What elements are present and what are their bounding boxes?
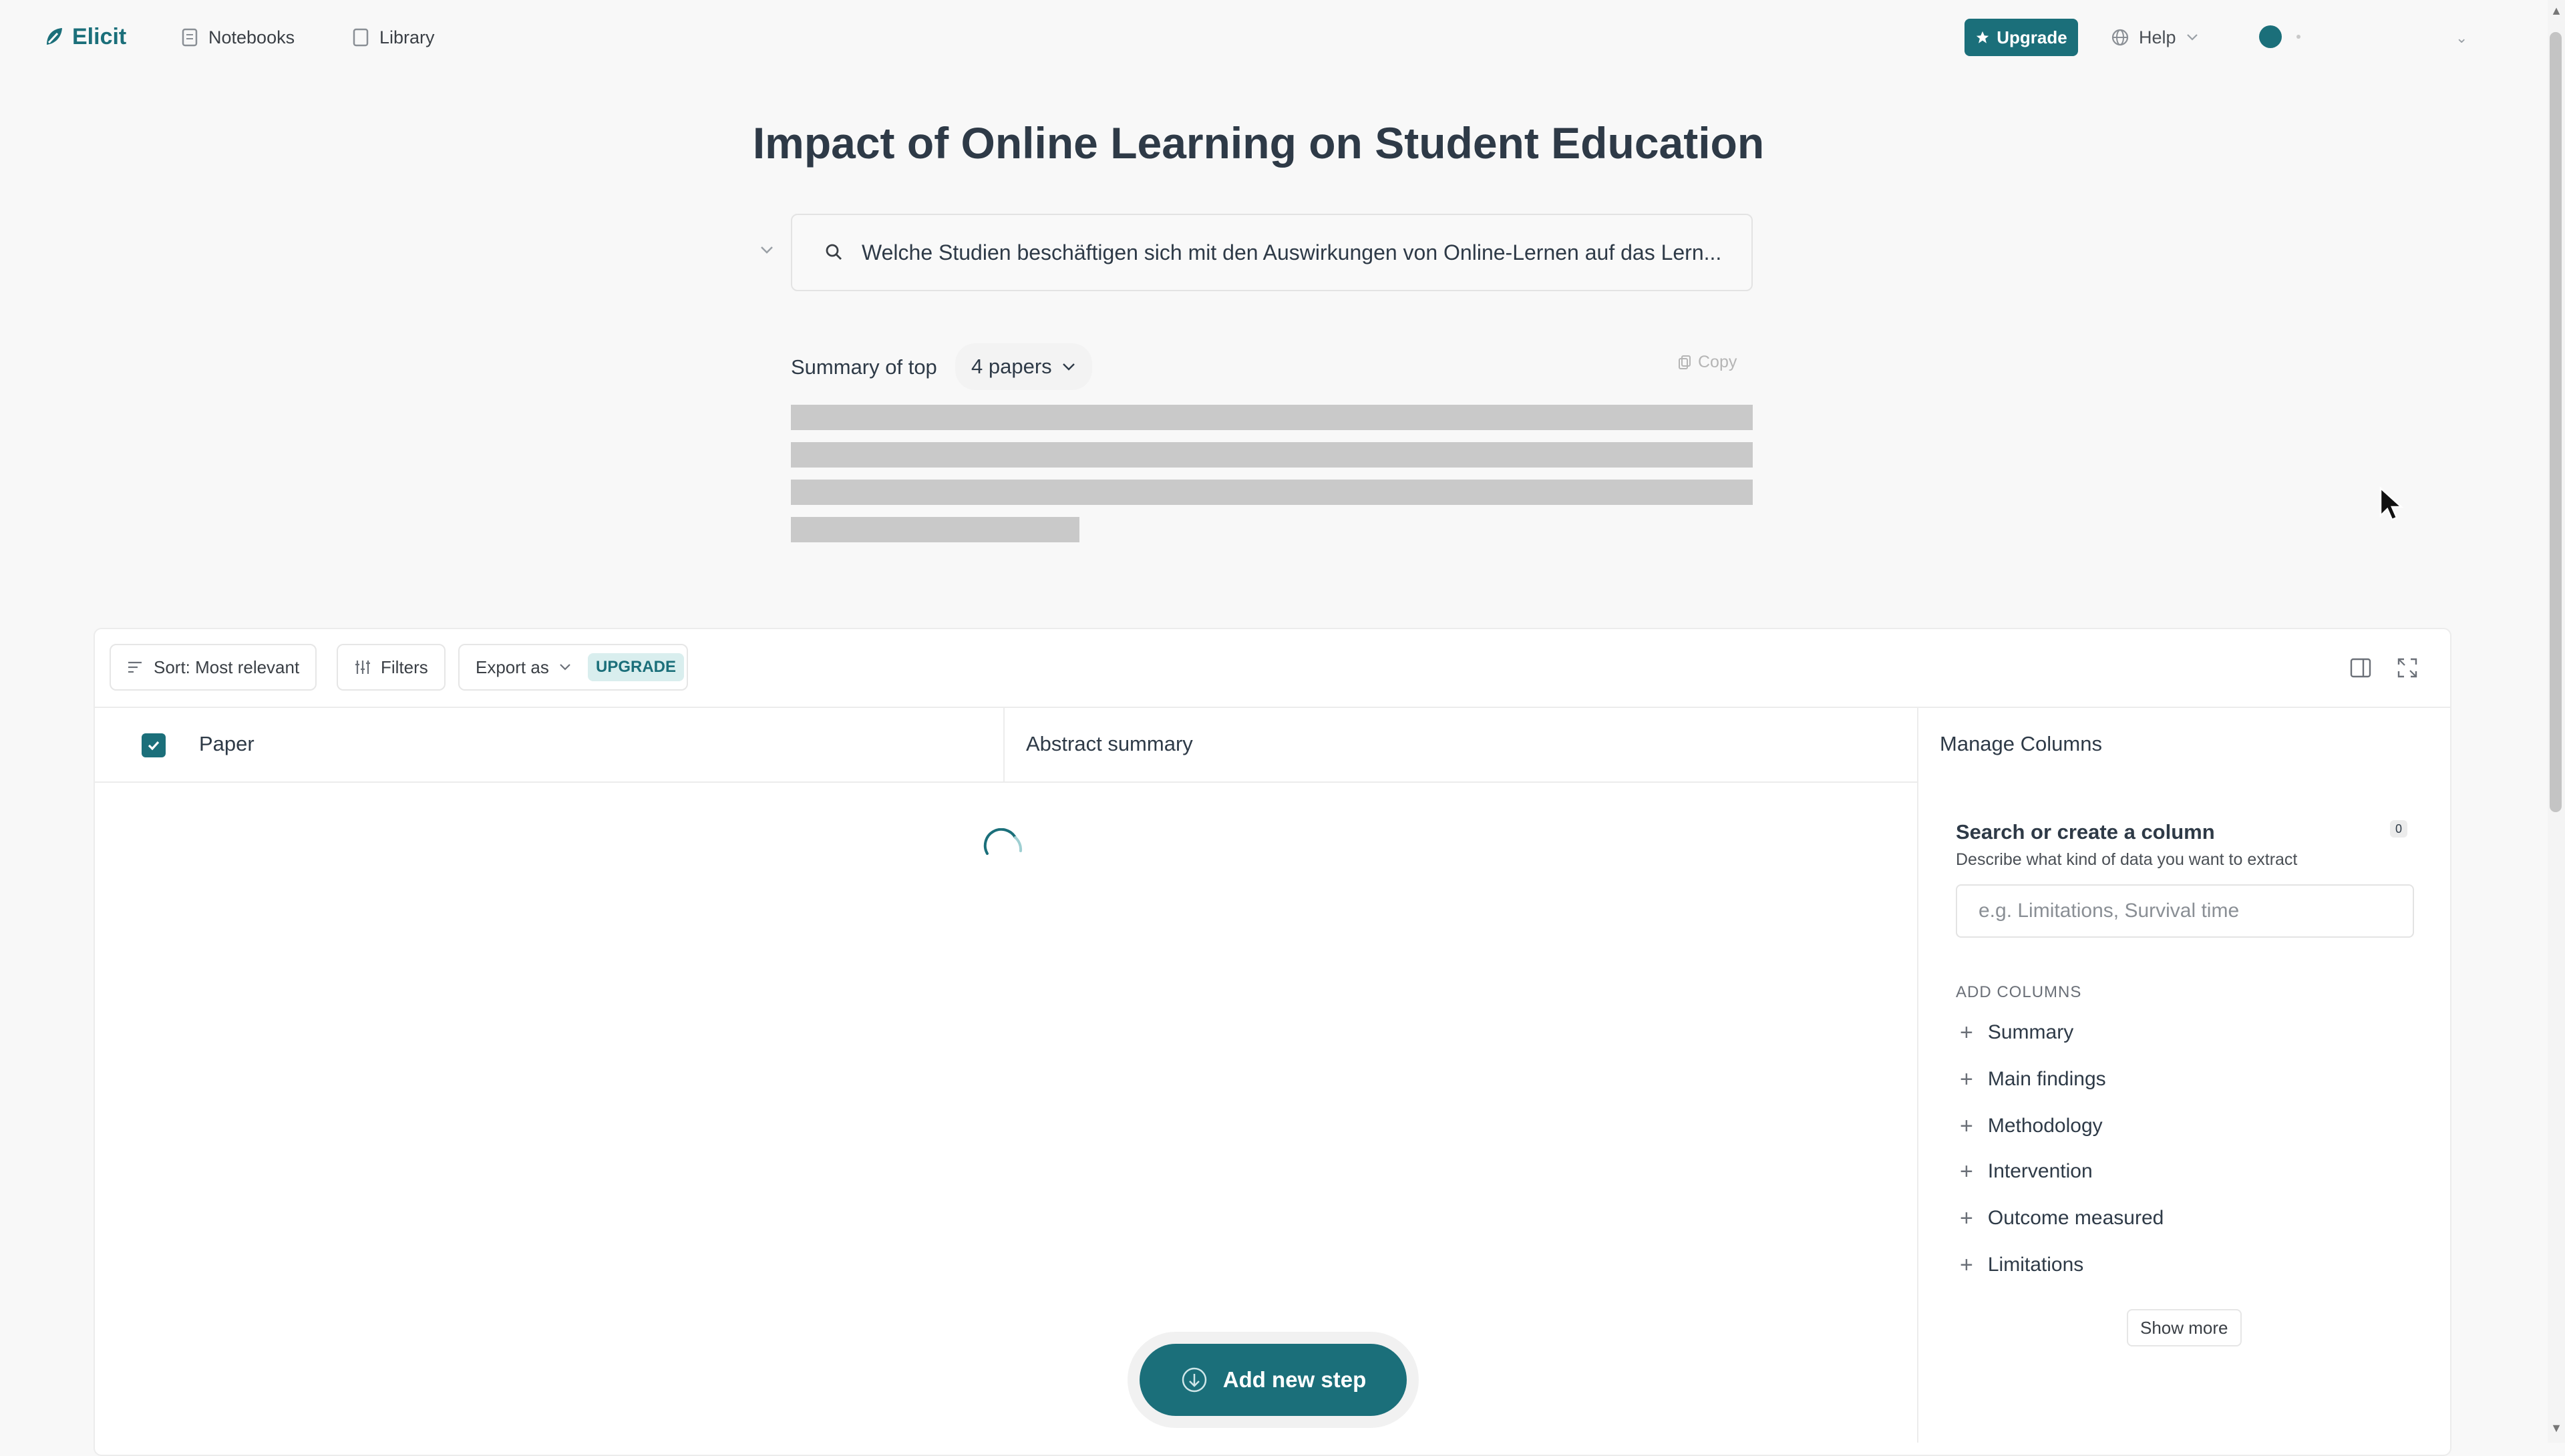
query-text: Welche Studien beschäftigen sich mit den… [862,240,1722,264]
add-column-intervention[interactable]: + Intervention [1960,1157,2093,1186]
filters-button[interactable]: Filters [337,644,446,691]
column-header-paper[interactable]: Paper [199,732,254,756]
copy-icon [1679,355,1691,369]
arrow-down-circle-icon [1182,1367,1206,1393]
add-column-label: Summary [1987,1021,2074,1043]
add-column-main-findings[interactable]: + Main findings [1960,1065,2106,1094]
add-column-limitations[interactable]: + Limitations [1960,1250,2083,1280]
summary-skeleton-line [791,480,1753,505]
globe-icon [2111,29,2129,46]
check-icon [148,741,160,751]
add-column-label: Intervention [1987,1160,2093,1182]
table-header-bottom-border [95,781,1918,783]
create-column-title: Search or create a column [1956,820,2215,844]
upgrade-label: Upgrade [1997,27,2067,47]
help-label: Help [2139,27,2176,47]
nav-library-label: Library [379,27,435,47]
search-icon [826,244,842,260]
papers-count-label: 4 papers [971,355,1052,378]
export-upgrade-badge[interactable]: UPGRADE [588,653,685,681]
table-header-top-border [95,707,2450,708]
chevron-down-icon [1062,363,1075,371]
plus-icon: + [1960,1113,1973,1139]
column-header-abstract-summary[interactable]: Abstract summary [1026,732,1193,756]
manage-columns-divider [1917,707,1918,1443]
add-column-methodology[interactable]: + Methodology [1960,1111,2103,1141]
user-avatar[interactable] [2259,25,2282,48]
sort-icon [128,661,142,673]
add-column-label: Main findings [1987,1068,2106,1090]
scroll-down-arrow-icon[interactable]: ▼ [2548,1421,2565,1435]
add-column-outcome-measured[interactable]: + Outcome measured [1960,1204,2164,1233]
scrollbar-thumb[interactable] [2550,32,2562,812]
plus-icon: + [1960,1252,1973,1278]
scroll-up-arrow-icon[interactable]: ▲ [2548,4,2565,18]
sort-button[interactable]: Sort: Most relevant [110,644,317,691]
column-divider [1003,707,1005,781]
column-count-badge: 0 [2390,820,2407,838]
add-column-summary[interactable]: + Summary [1960,1018,2073,1047]
account-indicator [2296,35,2300,39]
plus-icon: + [1960,1205,1973,1231]
add-column-label: Outcome measured [1987,1207,2164,1229]
library-icon [353,28,369,47]
manage-columns-header: Manage Columns [1940,732,2102,755]
summary-skeleton-line [791,405,1753,430]
column-search-input[interactable] [1956,884,2414,938]
papers-count-dropdown[interactable]: 4 papers [955,343,1092,390]
copy-button[interactable]: Copy [1678,353,1737,372]
elicit-leaf-icon [47,28,62,45]
summary-label: Summary of top [791,355,937,379]
export-label: Export as [476,657,549,677]
expand-icon[interactable] [2395,656,2419,680]
copy-label: Copy [1698,353,1737,371]
create-column-description: Describe what kind of data you want to e… [1956,850,2298,869]
add-column-label: Methodology [1987,1115,2103,1137]
nav-notebooks[interactable]: Notebooks [182,24,295,51]
loading-spinner-icon [983,828,1023,855]
page-title: Impact of Online Learning on Student Edu… [752,118,1765,168]
chevron-down-icon [2186,34,2198,41]
filters-label: Filters [381,657,428,677]
nav-library[interactable]: Library [353,24,435,51]
show-more-button[interactable]: Show more [2127,1309,2242,1346]
upgrade-button[interactable]: Upgrade [1964,19,2078,56]
mouse-cursor-icon [2379,486,2404,521]
sort-label: Sort: Most relevant [154,657,300,677]
side-panel-toggle-icon[interactable] [2349,656,2373,680]
plus-icon: + [1960,1158,1973,1184]
select-all-checkbox[interactable] [142,733,166,757]
add-column-label: Limitations [1987,1254,2084,1276]
account-menu-chevron-icon[interactable]: ⌄ [2455,29,2467,47]
sliders-icon [355,661,370,674]
summary-skeleton-line [791,517,1079,542]
query-box[interactable]: Welche Studien beschäftigen sich mit den… [791,214,1753,291]
elicit-logo[interactable]: Elicit [44,23,126,51]
add-new-step-button[interactable]: Add new step [1140,1344,1407,1416]
summary-skeleton-line [791,442,1753,468]
chevron-down-icon [560,664,570,671]
notebook-icon [182,28,198,47]
nav-notebooks-label: Notebooks [208,27,295,47]
star-icon [1977,31,1989,43]
plus-icon: + [1960,1019,1973,1045]
plus-icon: + [1960,1066,1973,1092]
app-name: Elicit [72,23,127,49]
help-menu[interactable]: Help [2111,23,2199,52]
add-new-step-label: Add new step [1222,1367,1367,1392]
collapse-chevron-icon[interactable] [757,240,776,259]
add-columns-label: ADD COLUMNS [1956,983,2082,1001]
